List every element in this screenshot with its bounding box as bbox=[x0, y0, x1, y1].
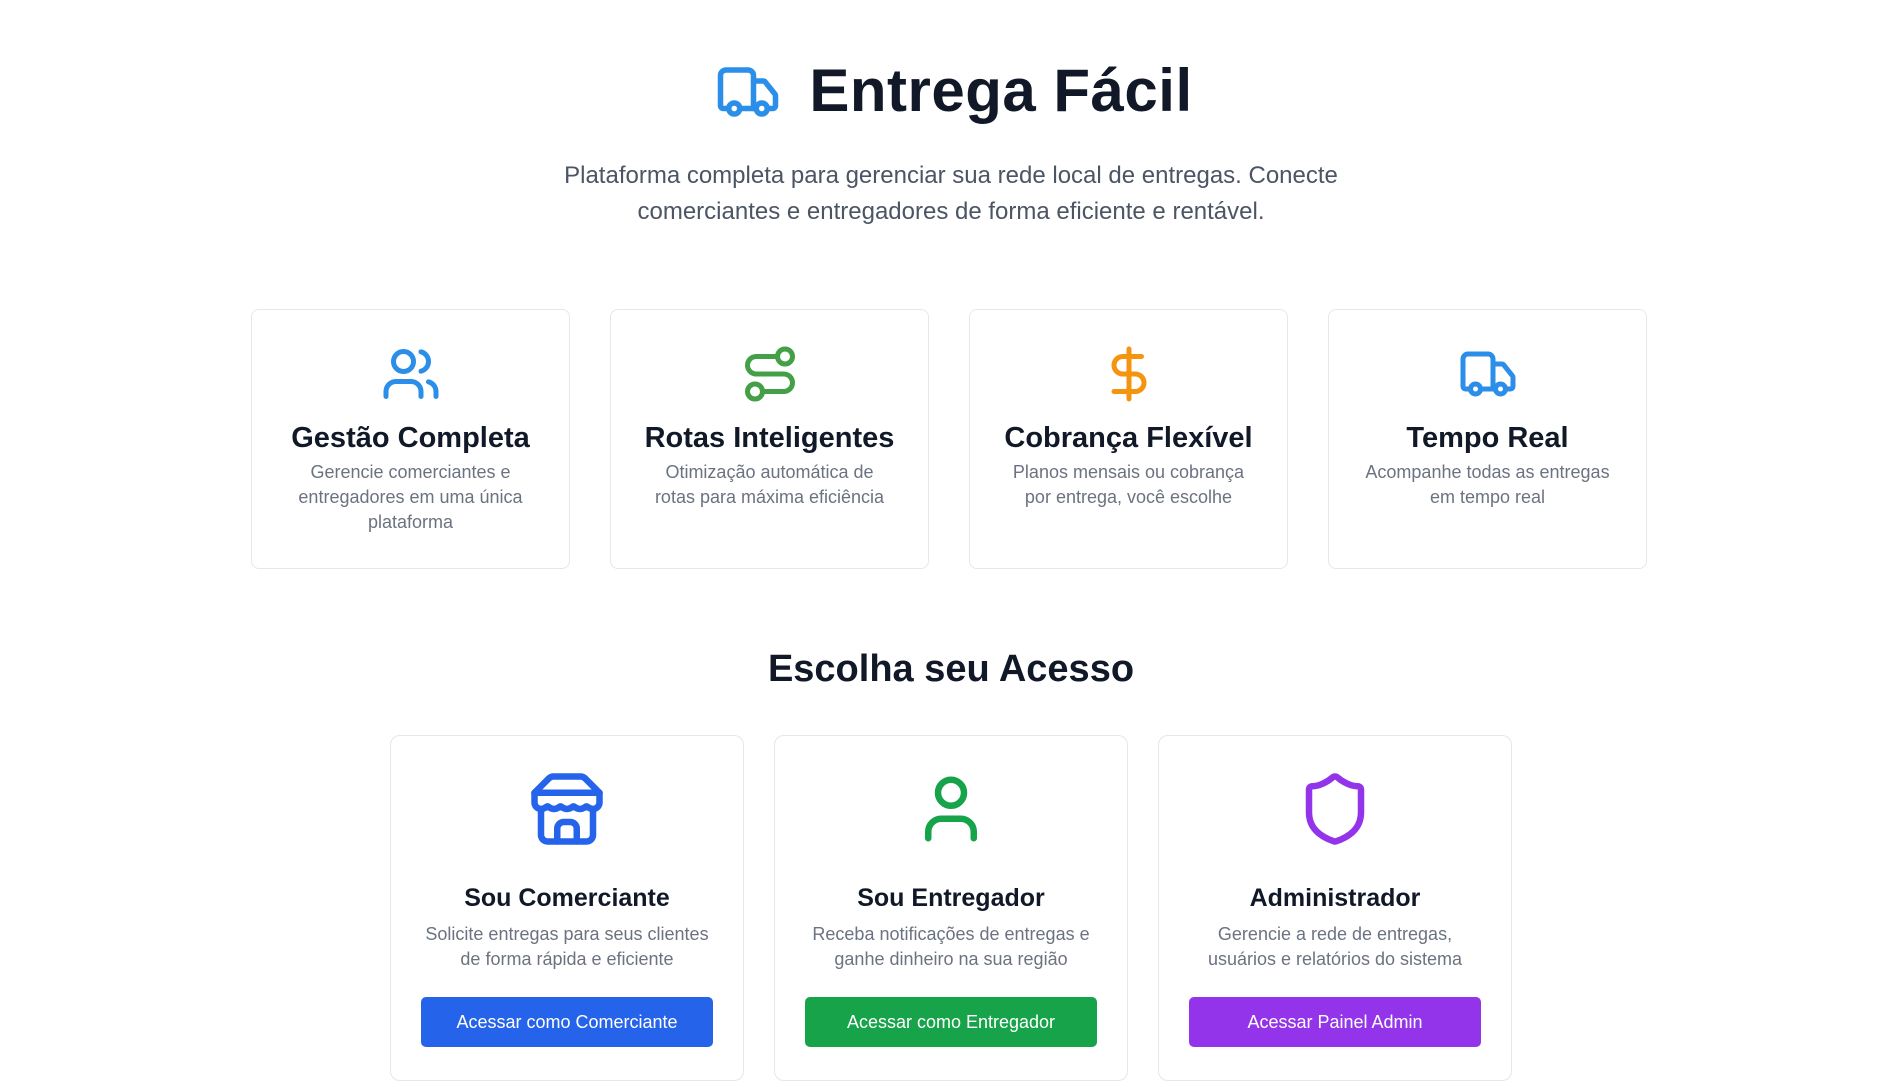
users-icon bbox=[383, 349, 438, 399]
feature-description: Acompanhe todas as entregas em tempo rea… bbox=[1365, 462, 1610, 507]
feature-description: Planos mensais ou cobrança por entrega, … bbox=[1012, 462, 1245, 507]
access-cards: Sou Comerciante Solicite entregas para s… bbox=[390, 735, 1512, 1081]
access-card-title: Sou Comerciante bbox=[464, 884, 670, 912]
store-icon bbox=[531, 773, 603, 845]
truck-icon bbox=[718, 67, 779, 117]
access-card-comerciante: Sou Comerciante Solicite entregas para s… bbox=[390, 735, 744, 1081]
feature-title: Tempo Real bbox=[1406, 422, 1569, 454]
user-icon bbox=[925, 776, 977, 842]
access-card-description: Receba notificações de entregas e ganhe … bbox=[812, 924, 1090, 969]
access-admin-button[interactable]: Acessar Painel Admin bbox=[1189, 997, 1481, 1047]
access-card-title: Sou Entregador bbox=[857, 884, 1045, 912]
access-entregador-button[interactable]: Acessar como Entregador bbox=[805, 997, 1097, 1047]
features-grid: Gestão Completa Gerencie comerciantes e … bbox=[251, 309, 1647, 569]
feature-card-rotas: Rotas Inteligentes Otimização automática… bbox=[610, 309, 929, 569]
access-comerciante-button[interactable]: Acessar como Comerciante bbox=[421, 997, 713, 1047]
shield-icon bbox=[1305, 773, 1365, 845]
access-card-description: Solicite entregas para seus clientes de … bbox=[425, 924, 709, 969]
page-title: Entrega Fácil bbox=[809, 56, 1193, 124]
feature-card-cobranca: Cobrança Flexível Planos mensais ou cobr… bbox=[969, 309, 1288, 569]
truck-icon bbox=[1460, 351, 1515, 397]
feature-title: Cobrança Flexível bbox=[1004, 422, 1253, 454]
access-section-title: Escolha seu Acesso bbox=[767, 648, 1135, 690]
access-card-description: Gerencie a rede de entregas, usuários e … bbox=[1207, 924, 1463, 969]
landing-page: Entrega Fácil Plataforma completa para g… bbox=[0, 0, 1902, 1081]
access-card-entregador: Sou Entregador Receba notificações de en… bbox=[774, 735, 1128, 1081]
page-subtitle: Plataforma completa para gerenciar sua r… bbox=[564, 162, 1338, 225]
feature-description: Otimização automática de rotas para máxi… bbox=[654, 462, 885, 507]
feature-card-gestao: Gestão Completa Gerencie comerciantes e … bbox=[251, 309, 570, 569]
feature-description: Gerencie comerciantes e entregadores em … bbox=[298, 462, 523, 532]
dollar-icon bbox=[1111, 346, 1146, 402]
feature-card-tempo-real: Tempo Real Acompanhe todas as entregas e… bbox=[1328, 309, 1647, 569]
feature-title: Gestão Completa bbox=[291, 422, 530, 454]
feature-title: Rotas Inteligentes bbox=[644, 422, 895, 454]
access-card-title: Administrador bbox=[1249, 884, 1421, 912]
hero-header: Entrega Fácil bbox=[0, 55, 1902, 125]
access-card-admin: Administrador Gerencie a rede de entrega… bbox=[1158, 735, 1512, 1081]
route-icon bbox=[744, 346, 795, 402]
